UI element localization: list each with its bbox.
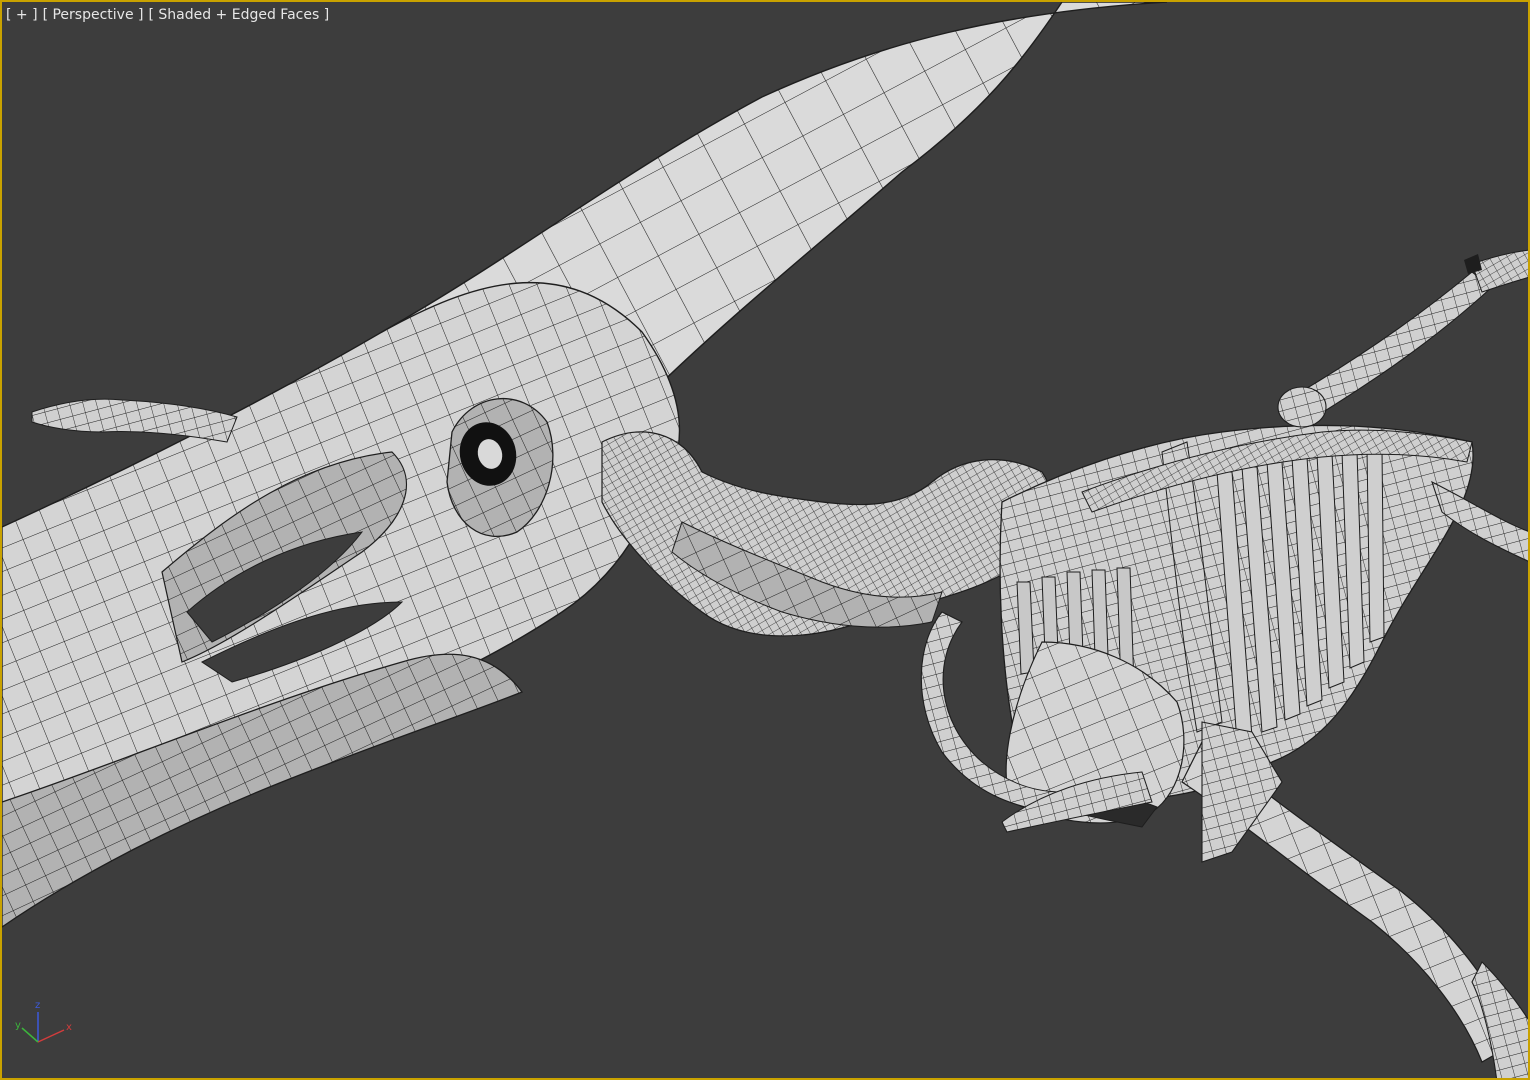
axis-tripod-gizmo: z x y xyxy=(15,1000,72,1043)
y-axis-label: y xyxy=(15,1020,21,1031)
viewport-general-menu[interactable]: [ + ] xyxy=(6,7,38,23)
x-axis-line xyxy=(37,1029,65,1043)
x-axis-label: x xyxy=(66,1022,72,1033)
viewport-shading-menu[interactable]: [ Shaded + Edged Faces ] xyxy=(148,7,329,23)
wireframe-mesh-scene[interactable] xyxy=(2,2,1530,1080)
skull-beak-mesh xyxy=(2,281,681,928)
viewport-view-menu[interactable]: [ Perspective ] xyxy=(43,7,144,23)
viewport-label-menus: [ + ] [ Perspective ] [ Shaded + Edged F… xyxy=(6,7,329,23)
y-axis-line xyxy=(21,1027,39,1043)
perspective-viewport[interactable]: [ + ] [ Perspective ] [ Shaded + Edged F… xyxy=(0,0,1530,1080)
far-wing-mesh xyxy=(31,398,238,443)
right-wing-bone-mesh xyxy=(1277,249,1528,428)
z-axis-label: z xyxy=(35,1000,40,1011)
neck-vertebrae-mesh xyxy=(601,431,1053,637)
